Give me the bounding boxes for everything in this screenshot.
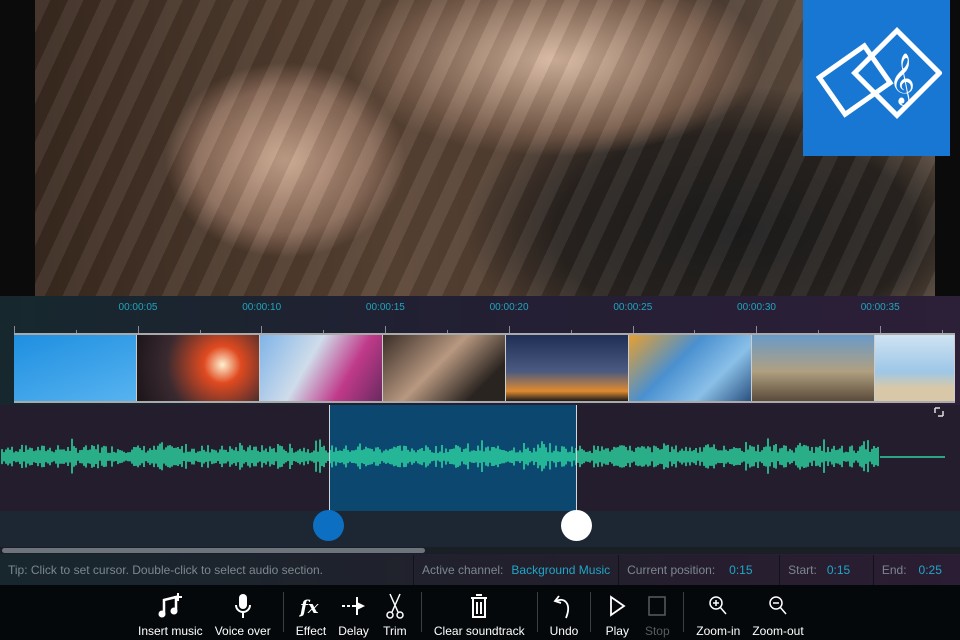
handle-track <box>0 511 960 547</box>
thumbnail-concert[interactable] <box>137 335 260 401</box>
toolbar: Insert music Voice over fx Effect Delay T… <box>0 585 960 640</box>
status-bar: Tip: Click to set cursor. Double-click t… <box>0 555 960 585</box>
expand-icon[interactable] <box>934 407 944 417</box>
undo-icon <box>553 595 569 619</box>
ruler-label: 00:00:20 <box>489 302 529 313</box>
thumbnail-glass-house[interactable] <box>629 335 752 401</box>
film-music-logo-icon: 𝄞 <box>815 27 942 119</box>
zoom-in-label: Zoom-in <box>696 624 741 638</box>
start-label: Start: <box>788 563 817 577</box>
thumbnail-airshow[interactable] <box>14 335 137 401</box>
play-icon <box>610 595 626 617</box>
audio-waveform <box>1 438 945 474</box>
zoom-in-icon <box>709 596 727 615</box>
start-marker <box>329 405 330 525</box>
delay-label: Delay <box>338 624 369 638</box>
svg-text:𝄞: 𝄞 <box>889 53 915 106</box>
active-channel-label: Active channel: <box>422 563 504 577</box>
current-position-value: 0:15 <box>729 563 753 577</box>
stop-button[interactable]: Stop <box>637 585 677 640</box>
clear-soundtrack-label: Clear soundtrack <box>433 624 525 638</box>
active-channel-value: Background Music <box>511 563 611 577</box>
ruler-label: 00:00:10 <box>242 302 282 313</box>
scissors-icon <box>386 593 404 619</box>
play-button[interactable]: Play <box>597 585 637 640</box>
waveform-path <box>1 438 945 474</box>
play-label: Play <box>605 624 629 638</box>
microphone-icon <box>234 594 251 618</box>
end-handle[interactable] <box>561 510 592 541</box>
undo-label: Undo <box>549 624 579 638</box>
end-label: End: <box>881 563 907 577</box>
ruler-label: 00:00:30 <box>737 302 776 313</box>
scrollbar-thumb[interactable] <box>2 548 425 553</box>
svg-text:fx: fx <box>298 597 319 618</box>
current-position-label: Current position: <box>627 563 716 577</box>
preview-frame-image <box>35 0 935 296</box>
time-ruler[interactable]: 00:00:05 00:00:10 00:00:15 00:00:20 00:00:25… <box>0 296 960 334</box>
stop-icon <box>648 596 667 616</box>
end-marker <box>576 405 577 525</box>
zoom-out-icon <box>769 596 787 615</box>
thumbnail-ferris-wheel[interactable] <box>506 335 629 401</box>
zoom-in-button[interactable]: Zoom-in <box>690 585 746 640</box>
thumbnail-beach[interactable] <box>875 335 955 401</box>
insert-music-label: Insert music <box>138 624 203 638</box>
end-value: 0:25 <box>918 563 942 577</box>
horizontal-scrollbar[interactable] <box>0 547 960 554</box>
ruler-label: 00:00:35 <box>860 302 900 313</box>
thumbnail-woman[interactable] <box>383 335 506 401</box>
music-plus-icon <box>158 593 183 618</box>
delay-button[interactable]: Delay <box>332 585 375 640</box>
stop-label: Stop <box>644 624 670 638</box>
start-handle[interactable] <box>313 510 344 541</box>
clear-soundtrack-button[interactable]: Clear soundtrack <box>428 585 531 640</box>
app-logo: 𝄞 <box>803 0 950 156</box>
thumbnail-space-needle[interactable] <box>752 335 875 401</box>
voice-over-label: Voice over <box>214 624 271 638</box>
thumbnail-monorail[interactable] <box>260 335 383 401</box>
ruler-label: 00:00:15 <box>365 302 405 313</box>
fx-icon: fx <box>298 597 319 618</box>
tip-text: Tip: Click to set cursor. Double-click t… <box>8 563 324 577</box>
timeline[interactable]: 00:00:05 00:00:10 00:00:15 00:00:20 00:00:25… <box>0 296 960 555</box>
zoom-out-button[interactable]: Zoom-out <box>746 585 809 640</box>
effect-button[interactable]: fx Effect <box>290 585 332 640</box>
start-value: 0:15 <box>826 563 851 577</box>
delay-icon <box>341 597 365 615</box>
undo-button[interactable]: Undo <box>544 585 585 640</box>
voice-over-button[interactable]: Voice over <box>209 585 277 640</box>
insert-music-button[interactable]: Insert music <box>132 585 209 640</box>
trim-button[interactable]: Trim <box>375 585 415 640</box>
ruler-label: 00:00:25 <box>613 302 653 313</box>
trash-icon <box>471 594 488 618</box>
ruler-label: 00:00:05 <box>118 302 158 313</box>
zoom-out-label: Zoom-out <box>752 624 804 638</box>
video-track[interactable] <box>14 333 955 403</box>
trim-label: Trim <box>383 624 407 638</box>
effect-label: Effect <box>295 624 327 638</box>
